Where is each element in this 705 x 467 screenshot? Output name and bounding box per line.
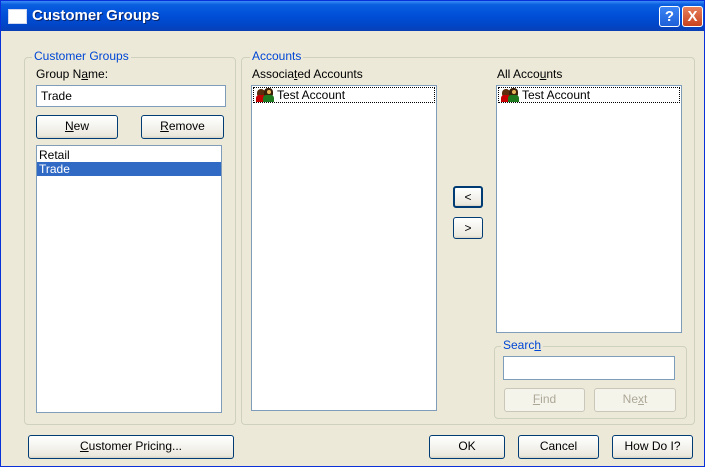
new-button-label: New [64, 119, 89, 133]
list-item-retail[interactable]: Retail [37, 148, 221, 162]
list-item-trade[interactable]: Trade [37, 162, 221, 176]
associated-accounts-label: Associated Accounts [252, 67, 363, 81]
find-button[interactable]: Find [504, 388, 585, 412]
associated-account-label: Test Account [277, 88, 346, 102]
search-input[interactable] [503, 356, 675, 380]
cancel-button[interactable]: Cancel [518, 435, 599, 459]
customer-people-icon [256, 88, 276, 102]
accounts-legend: Accounts [250, 49, 304, 63]
window-icon [8, 9, 27, 24]
customer-pricing-button[interactable]: Customer Pricing... [28, 435, 234, 459]
remove-button-label: Remove [160, 119, 205, 133]
move-left-button[interactable]: < [453, 186, 483, 208]
title-bar[interactable]: Customer Groups ? X [1, 1, 704, 31]
associated-account-item[interactable]: Test Account [253, 87, 435, 103]
associated-accounts-list[interactable]: Test Account [251, 85, 437, 411]
new-button[interactable]: New [36, 115, 118, 139]
group-name-input[interactable]: Trade [36, 85, 226, 107]
all-accounts-label: All Accounts [497, 67, 563, 81]
how-do-i-button[interactable]: How Do I? [612, 435, 693, 459]
customer-pricing-label: Customer Pricing... [79, 439, 183, 453]
close-icon: X [687, 8, 698, 25]
help-icon: ? [664, 8, 675, 25]
window-title: Customer Groups [32, 7, 160, 24]
customer-groups-dialog: Customer Groups ? X Customer Groups Grou… [0, 0, 705, 467]
customer-people-icon [501, 88, 521, 102]
all-accounts-list[interactable]: Test Account [496, 85, 682, 333]
help-button[interactable]: ? [659, 6, 680, 27]
next-button-label: Next [622, 392, 648, 406]
group-name-label: Group Name: [36, 67, 109, 81]
remove-button[interactable]: Remove [141, 115, 224, 139]
close-button[interactable]: X [682, 6, 703, 27]
groups-list[interactable]: Retail Trade [36, 145, 222, 413]
find-button-label: Find [532, 392, 557, 406]
all-account-label: Test Account [522, 88, 591, 102]
next-button[interactable]: Next [594, 388, 676, 412]
ok-button[interactable]: OK [429, 435, 505, 459]
search-legend: Search [501, 338, 544, 352]
move-right-button[interactable]: > [453, 217, 483, 239]
customer-groups-legend: Customer Groups [32, 49, 131, 63]
all-account-item[interactable]: Test Account [498, 87, 680, 103]
